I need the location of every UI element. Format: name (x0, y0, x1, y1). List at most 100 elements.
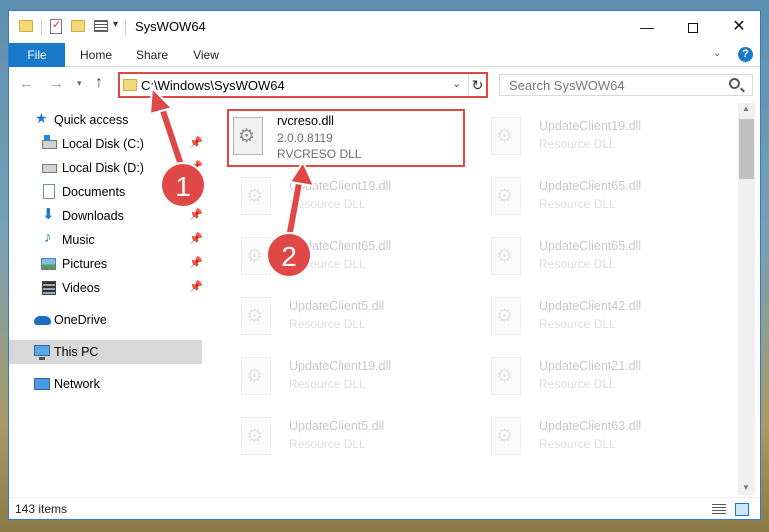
minimize-button[interactable]: — (624, 11, 670, 43)
file-tile[interactable]: UpdateClient5.dll Resource DLL (227, 291, 457, 347)
details-view-icon[interactable] (712, 504, 726, 515)
navigation-bar: ← → ▾ ↑ C:\Windows\SysWOW64 ⌄ ↻ (9, 68, 760, 102)
file-tile[interactable]: UpdateClient19.dll Resource DLL (477, 111, 707, 167)
file-name: UpdateClient19.dll (289, 359, 392, 373)
sidebar-item-network[interactable]: Network (9, 372, 202, 396)
address-path[interactable]: C:\Windows\SysWOW64 (141, 78, 285, 93)
dll-file-icon (491, 237, 521, 275)
search-icon[interactable] (729, 78, 740, 89)
properties-icon[interactable] (50, 18, 62, 34)
drive-icon (42, 135, 57, 149)
tab-view[interactable]: View (181, 43, 231, 67)
sidebar-item-local-disk-c[interactable]: Local Disk (C:) 📌 (9, 132, 203, 156)
sidebar-item-label: Pictures (62, 257, 108, 271)
file-tile[interactable]: UpdateClient19.dll Resource DLL (227, 351, 457, 407)
forward-arrow-icon[interactable]: → (49, 75, 64, 92)
sidebar-item-pictures[interactable]: Pictures 📌 (9, 252, 203, 276)
folder-icon (123, 79, 137, 91)
pin-icon[interactable]: 📌 (189, 136, 203, 149)
pin-icon[interactable]: 📌 (189, 208, 203, 221)
sidebar-item-label: This PC (54, 345, 99, 359)
sidebar-item-label: Local Disk (D:) (62, 161, 144, 175)
view-options-icon[interactable] (94, 20, 108, 32)
step-2-badge: 2 (266, 232, 312, 278)
file-type: Resource DLL (289, 377, 366, 391)
sidebar-item-label: Documents (62, 185, 126, 199)
sidebar-item-music[interactable]: ♪ Music 📌 (9, 228, 203, 252)
file-name: rvcreso.dll (277, 114, 334, 128)
sidebar-item-downloads[interactable]: ⬇ Downloads 📌 (9, 204, 203, 228)
title-bar: ▾ SysWOW64 — ✕ (9, 11, 760, 43)
maximize-button[interactable] (670, 11, 716, 43)
file-tile[interactable]: UpdateClient21.dll Resource DLL (477, 351, 707, 407)
pin-icon[interactable]: 📌 (189, 280, 203, 293)
file-tile-rvcreso[interactable]: rvcreso.dll 2.0.0.8119 RVCRESO DLL (227, 109, 465, 167)
pictures-icon (41, 258, 56, 270)
tab-home[interactable]: Home (69, 43, 123, 67)
tab-file[interactable]: File (9, 43, 65, 67)
address-bar[interactable]: C:\Windows\SysWOW64 ⌄ ↻ (118, 72, 488, 98)
search-box[interactable] (499, 74, 753, 96)
tab-share[interactable]: Share (127, 43, 177, 67)
pin-icon[interactable]: 📌 (189, 232, 203, 245)
dll-file-icon (241, 297, 271, 335)
vertical-scrollbar[interactable]: ▲ ▼ (738, 103, 755, 495)
customize-toolbar-chevron-icon[interactable]: ▾ (113, 19, 118, 37)
sidebar-item-quick-access[interactable]: ★ Quick access (9, 108, 202, 132)
file-name: UpdateClient63.dll (539, 419, 642, 433)
divider (41, 19, 42, 35)
file-tile[interactable]: UpdateClient65.dll Resource DLL (477, 231, 707, 287)
music-icon: ♪ (44, 229, 52, 246)
close-button[interactable]: ✕ (716, 11, 762, 43)
scroll-up-arrow-icon[interactable]: ▲ (742, 104, 750, 113)
dll-file-icon (241, 357, 271, 395)
sidebar-item-this-pc[interactable]: This PC (9, 340, 202, 364)
onedrive-icon (34, 316, 51, 325)
file-tile[interactable]: UpdateClient5.dll Resource DLL (227, 411, 457, 467)
search-input[interactable] (500, 75, 720, 95)
videos-icon (42, 281, 56, 295)
pc-icon (34, 345, 50, 360)
file-tile[interactable]: UpdateClient65.dll Resource DLL (227, 231, 457, 287)
address-dropdown-chevron-icon[interactable]: ⌄ (452, 77, 461, 90)
refresh-icon[interactable]: ↻ (468, 74, 486, 96)
file-version: 2.0.0.8119 (277, 131, 333, 145)
up-arrow-icon[interactable]: ↑ (95, 74, 103, 92)
file-name: UpdateClient21.dll (539, 359, 642, 373)
tiles-view-icon[interactable] (735, 503, 749, 516)
file-type: Resource DLL (289, 197, 366, 211)
file-type: Resource DLL (539, 137, 616, 151)
scroll-down-arrow-icon[interactable]: ▼ (742, 483, 750, 492)
file-type: Resource DLL (539, 317, 616, 331)
drive-icon (42, 164, 57, 173)
file-name: UpdateClient65.dll (539, 179, 642, 193)
scroll-thumb[interactable] (739, 119, 754, 179)
expand-ribbon-chevron-icon[interactable]: ⌄ (713, 48, 721, 59)
folder-icon[interactable] (19, 20, 33, 32)
dll-file-icon (491, 417, 521, 455)
step-1-badge: 1 (160, 162, 206, 208)
sidebar-item-videos[interactable]: Videos 📌 (9, 276, 203, 300)
file-tile[interactable]: UpdateClient65.dll Resource DLL (477, 171, 707, 227)
sidebar-item-label: Music (62, 233, 95, 247)
file-description: RVCRESO DLL (277, 147, 362, 161)
file-tile[interactable]: UpdateClient63.dll Resource DLL (477, 411, 707, 467)
dll-file-icon (241, 417, 271, 455)
file-name: UpdateClient5.dll (289, 419, 385, 433)
file-tile[interactable]: UpdateClient42.dll Resource DLL (477, 291, 707, 347)
file-tile[interactable]: UpdateClient19.dll Resource DLL (227, 171, 457, 227)
sidebar-item-onedrive[interactable]: OneDrive (9, 308, 202, 332)
pin-icon[interactable]: 📌 (189, 256, 203, 269)
explorer-window: ▾ SysWOW64 — ✕ File Home Share View ⌄ ? … (8, 10, 761, 520)
help-icon[interactable]: ? (738, 47, 753, 62)
maximize-icon (688, 23, 698, 34)
network-icon (34, 378, 50, 390)
new-folder-icon[interactable] (71, 20, 85, 32)
file-name: UpdateClient19.dll (539, 119, 642, 133)
file-name: UpdateClient5.dll (289, 299, 385, 313)
back-arrow-icon[interactable]: ← (19, 75, 34, 92)
divider (125, 19, 126, 35)
status-bar: 143 items (9, 497, 760, 519)
recent-locations-chevron-icon[interactable]: ▾ (77, 78, 82, 89)
file-type: Resource DLL (539, 197, 616, 211)
